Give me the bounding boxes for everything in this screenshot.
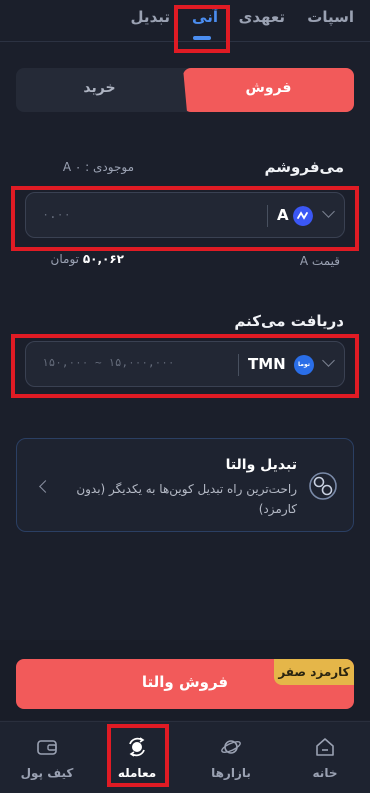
price-row: ۵۰,۰۶۲ تومان (34, 252, 124, 266)
nav-home-label: خانه (312, 766, 338, 780)
sell-submit-button[interactable]: فروش والتا کارمزد صفر (16, 659, 354, 709)
field-divider (238, 354, 239, 376)
receive-amount-field[interactable]: ۱۵۰,۰۰۰ ~ ۱۵,۰۰۰,۰۰۰ TMN توما (25, 341, 345, 387)
tab-spot[interactable]: اسپات (307, 8, 354, 26)
balance-row: موجودی : ۰ A (24, 160, 134, 174)
nav-home[interactable]: خانه (288, 722, 362, 793)
receive-currency-code: TMN (248, 355, 286, 373)
sell-label: فروش (245, 80, 292, 96)
tab-instant[interactable]: آنی (192, 8, 218, 26)
convert-card-description: راحت‌ترین راه تبدیل کوین‌ها به یکدیگر (ب… (76, 482, 297, 516)
planet-icon (221, 740, 241, 754)
wallet-icon (37, 740, 57, 755)
nav-wallet[interactable]: کیف پول (10, 722, 84, 793)
receive-amount-input[interactable]: ۱۵۰,۰۰۰ ~ ۱۵,۰۰۰,۰۰۰ (42, 356, 174, 369)
sell-currency-chevron-icon[interactable] (322, 205, 335, 218)
bottom-navigation: خانه بازارها معامله کیف پول (0, 721, 370, 793)
price-unit: تومان (50, 252, 79, 266)
field-divider (267, 205, 268, 227)
nav-trade[interactable]: معامله (100, 722, 174, 793)
nav-markets-label: بازارها (211, 766, 251, 780)
home-icon (316, 738, 334, 756)
convert-promo-card[interactable]: تبدیل والتا راحت‌ترین راه تبدیل کوین‌ها … (16, 438, 354, 532)
convert-icon (309, 472, 337, 500)
buy-toggle-button[interactable]: خرید (16, 68, 183, 112)
coin-a-icon (293, 206, 313, 226)
nav-wallet-label: کیف پول (20, 766, 74, 780)
active-tab-indicator (193, 36, 211, 40)
nav-markets[interactable]: بازارها (194, 722, 268, 793)
convert-card-title: تبدیل والتا (225, 457, 297, 473)
price-value: ۵۰,۰۶۲ (82, 252, 124, 266)
tab-convert[interactable]: تبدیل (131, 8, 170, 26)
receive-currency-chevron-icon[interactable] (322, 354, 335, 367)
receive-section-label: دریافت می‌کنم (234, 312, 344, 330)
sell-currency-code: A (277, 206, 289, 224)
price-label: قیمت A (299, 254, 340, 268)
buy-sell-toggle: خرید فروش (16, 68, 354, 112)
toman-coin-icon: توما (294, 355, 314, 375)
tab-margin[interactable]: تعهدی (239, 8, 285, 26)
zero-fee-badge: کارمزد صفر (274, 659, 354, 685)
trade-icon (129, 737, 145, 757)
balance-label: موجودی : (85, 160, 134, 174)
buy-label: خرید (83, 80, 116, 96)
order-type-tabs: اسپات تعهدی آنی تبدیل (0, 0, 370, 42)
sell-amount-field[interactable]: ۰.۰۰ A (25, 192, 345, 238)
balance-value: ۰ A (62, 160, 82, 174)
sell-toggle-button[interactable]: فروش (183, 68, 354, 112)
sell-amount-input[interactable]: ۰.۰۰ (42, 207, 71, 221)
nav-trade-label: معامله (117, 766, 157, 780)
sell-section-label: می‌فروشم (264, 158, 344, 176)
